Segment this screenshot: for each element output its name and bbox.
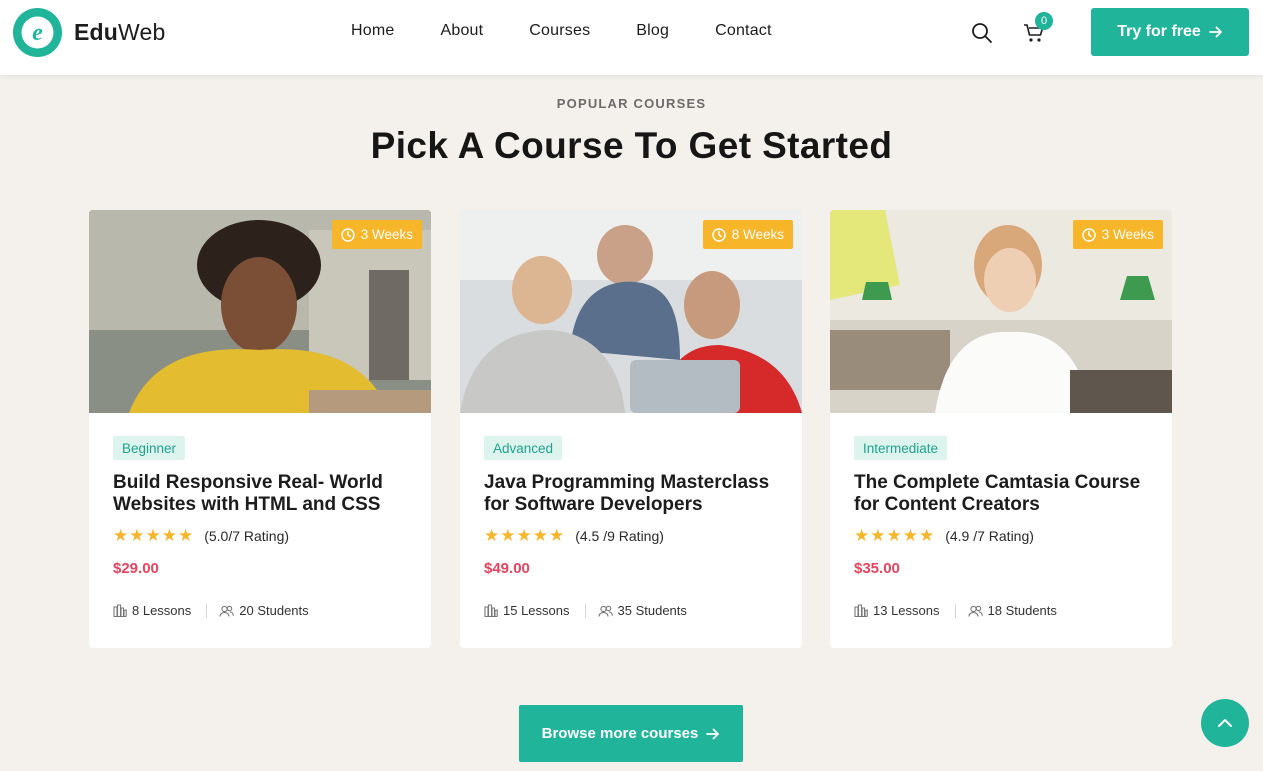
course-price: $35.00: [854, 560, 900, 577]
students-count: 20 Students: [239, 603, 309, 618]
star-rating-icons: ★★★★★: [113, 526, 195, 545]
duration-label: 3 Weeks: [1101, 227, 1154, 242]
course-title[interactable]: The Complete Camtasia Course for Content…: [854, 472, 1154, 516]
students-count: 18 Students: [987, 603, 1057, 618]
duration-badge: 8 Weeks: [702, 220, 793, 249]
course-meta: 15 Lessons 35 Students: [484, 603, 687, 618]
course-price: $29.00: [113, 560, 159, 577]
duration-badge: 3 Weeks: [1072, 220, 1163, 249]
course-card[interactable]: 3 Weeks Intermediate The Complete Camtas…: [830, 210, 1172, 648]
try-for-free-button[interactable]: Try for free: [1091, 8, 1249, 56]
logo-icon: e: [13, 8, 62, 57]
level-badge: Beginner: [113, 436, 186, 460]
section-title: Pick A Course To Get Started: [370, 125, 893, 166]
course-rating: ★★★★★ (4.5 /9 Rating): [484, 526, 664, 546]
course-title[interactable]: Java Programming Masterclass for Softwar…: [484, 472, 784, 516]
course-rating: ★★★★★ (4.9 /7 Rating): [854, 526, 1034, 546]
nav-contact[interactable]: Contact: [715, 22, 772, 40]
rating-text: (4.5 /9 Rating): [575, 528, 664, 544]
meta-divider: [954, 603, 956, 618]
lessons-count: 13 Lessons: [873, 603, 940, 618]
browse-more-courses-button[interactable]: Browse more courses: [519, 705, 743, 762]
chevron-up-icon: [1218, 719, 1232, 727]
cart-count-badge: 0: [1035, 12, 1053, 30]
logo[interactable]: e EduWeb: [13, 8, 166, 57]
course-meta: 8 Lessons 20 Students: [113, 603, 309, 618]
lessons-icon: [113, 604, 127, 617]
meta-divider: [584, 603, 586, 618]
nav-blog[interactable]: Blog: [636, 22, 669, 40]
rating-text: (5.0/7 Rating): [204, 528, 290, 544]
logo-text: EduWeb: [74, 19, 166, 45]
rating-text: (4.9 /7 Rating): [945, 528, 1034, 544]
nav-home[interactable]: Home: [351, 22, 394, 40]
main-nav: Home About Courses Blog Contact: [351, 22, 818, 40]
students-count: 35 Students: [617, 603, 687, 618]
nav-about[interactable]: About: [440, 22, 483, 40]
course-rating: ★★★★★ (5.0/7 Rating): [113, 526, 289, 546]
nav-courses[interactable]: Courses: [529, 22, 590, 40]
clock-icon: [340, 227, 355, 242]
lessons-count: 15 Lessons: [503, 603, 570, 618]
course-card[interactable]: 8 Weeks Advanced Java Programming Master…: [460, 210, 802, 648]
students-icon: [967, 605, 983, 617]
lessons-icon: [854, 604, 868, 617]
duration-label: 8 Weeks: [731, 227, 784, 242]
students-icon: [597, 605, 613, 617]
clock-icon: [711, 227, 726, 242]
arrow-right-icon: [706, 728, 720, 739]
browse-more-label: Browse more courses: [541, 725, 699, 742]
scroll-to-top-button[interactable]: [1201, 699, 1249, 747]
star-rating-icons: ★★★★★: [854, 526, 936, 545]
level-badge: Advanced: [484, 436, 563, 460]
site-header: e EduWeb Home About Courses Blog Contact…: [0, 0, 1263, 75]
search-icon[interactable]: [971, 22, 993, 44]
course-price: $49.00: [484, 560, 530, 577]
meta-divider: [206, 603, 208, 618]
course-title[interactable]: Build Responsive Real- World Websites wi…: [113, 472, 413, 516]
students-icon: [219, 605, 235, 617]
try-for-free-label: Try for free: [1117, 23, 1201, 40]
section-eyebrow: POPULAR COURSES: [556, 96, 707, 111]
course-card[interactable]: 3 Weeks Beginner Build Responsive Real- …: [89, 210, 431, 648]
duration-label: 3 Weeks: [360, 227, 413, 242]
lessons-count: 8 Lessons: [132, 603, 192, 618]
course-meta: 13 Lessons 18 Students: [854, 603, 1057, 618]
arrow-right-icon: [1208, 26, 1222, 38]
star-rating-icons: ★★★★★: [484, 526, 566, 545]
clock-icon: [1081, 227, 1096, 242]
duration-badge: 3 Weeks: [331, 220, 422, 249]
lessons-icon: [484, 604, 498, 617]
level-badge: Intermediate: [854, 436, 948, 460]
svg-text:e: e: [32, 20, 43, 46]
